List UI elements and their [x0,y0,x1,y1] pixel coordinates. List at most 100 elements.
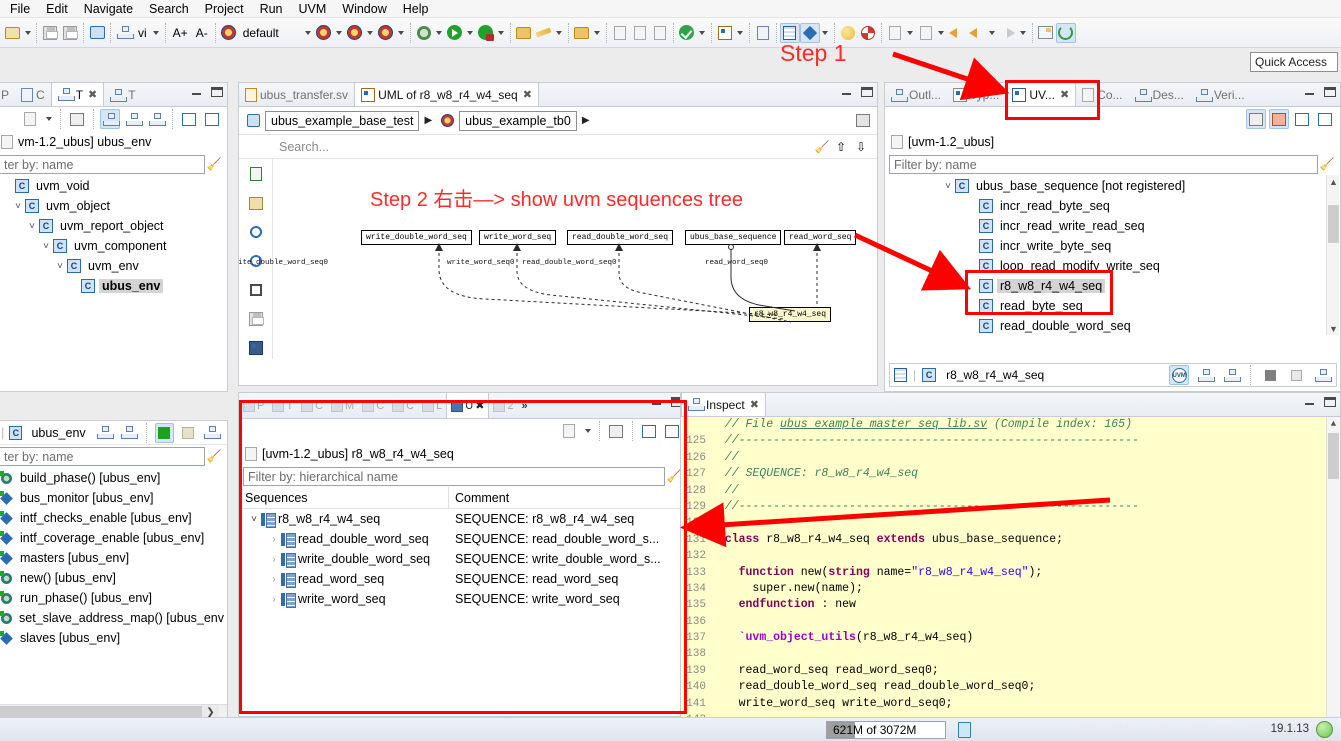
member-row[interactable]: set_slave_address_map() [ubus_env [0,608,227,628]
filter-private-icon[interactable] [1260,365,1280,385]
zoom-fit-icon[interactable] [246,280,266,300]
console-icon[interactable] [87,23,107,43]
sequence-row[interactable]: › write_double_word_seq SEQUENCE: write_do… [239,549,687,569]
member-row[interactable]: masters [ubus_env] [0,548,227,568]
hierarchy-icon[interactable] [114,23,134,43]
expand-all-icon[interactable] [179,109,199,129]
ball-yellow-icon[interactable] [838,23,858,43]
scroll-up-icon[interactable]: ▲ [1327,417,1340,430]
test-icon[interactable] [243,111,263,131]
twisty-icon[interactable]: › [267,574,281,585]
book-view-icon[interactable] [779,22,800,43]
edit-pen-icon[interactable] [534,23,554,43]
uvm-tree-scrollbar[interactable]: ▲ ▼ [1326,175,1339,335]
tab-class-view[interactable]: C [15,84,51,106]
save-icon[interactable] [40,23,60,43]
tab-type-browser[interactable]: T [104,84,141,106]
back-history-icon[interactable] [947,23,967,43]
new-icon[interactable] [2,23,22,43]
uml-dropdown-icon[interactable] [735,23,746,43]
paragraph-icon[interactable] [650,23,670,43]
menu-item-run[interactable]: Run [252,0,291,18]
layers-icon[interactable] [246,338,266,358]
sort-icon[interactable] [96,423,115,443]
run-icon[interactable] [445,23,465,43]
clear-filter-icon[interactable]: 🧹 [1318,155,1336,173]
tab-uvm[interactable]: UV... ✖ [1005,82,1077,106]
garbage-collect-icon[interactable] [958,722,971,738]
expand-all-icon[interactable] [662,421,682,441]
member-row[interactable]: new() [ubus_env] [0,568,227,588]
save-all-icon[interactable] [60,23,80,43]
bottom-tab-c-2[interactable]: C [297,394,327,418]
tab-verification[interactable]: Veri... [1190,84,1251,106]
column-header-sequences[interactable]: Sequences [239,486,449,509]
breadcrumb-item-tb[interactable]: ubus_example_tb0 [459,110,577,131]
twisty-icon[interactable]: ˅ [25,221,39,232]
grid-layout-icon[interactable] [1269,109,1289,129]
tab-coverage[interactable]: Co... [1076,84,1128,106]
bottom-tab-t-1[interactable]: T [268,394,297,418]
save-diagram-icon[interactable] [246,309,266,329]
scroll-down-icon[interactable]: ▼ [1327,322,1340,335]
maximize-icon[interactable] [1324,397,1336,407]
upload-dropdown-icon[interactable] [936,23,947,43]
forward-nav-dropdown-icon[interactable] [1018,23,1029,43]
debug-icon[interactable] [414,23,434,43]
tab-overflow-button[interactable]: » [518,394,532,418]
refresh-perspective-icon[interactable] [1055,22,1076,43]
editor-tab-ubus-transfer[interactable]: ubus_transfer.sv [239,84,354,106]
maximize-icon[interactable] [211,87,223,97]
show-phases-icon[interactable] [1221,365,1241,385]
layout-grid-icon[interactable] [606,421,626,441]
twisty-icon[interactable]: ˅ [247,514,261,525]
source-code-icon[interactable] [753,23,773,43]
menu-item-uvm[interactable]: UVM [291,0,335,18]
tree-row-uvm-component[interactable]: ˅ C uvm_component [0,236,227,256]
minimize-icon[interactable] [841,87,853,97]
member-row[interactable]: run_phase() [ubus_env] [0,588,227,608]
run-dropdown-icon[interactable] [465,23,476,43]
bottom-tab-c-5[interactable]: C [388,394,418,418]
config-run-icon[interactable] [345,23,365,43]
tree-row-uvm-env[interactable]: ˅ C uvm_env [0,256,227,276]
search-prev-icon[interactable]: ⇧ [831,137,851,157]
inspect-code-area[interactable]: 125 126 127 128 129 130 131 132 133 134 135 136 137 1… [681,417,1340,740]
tree-row-ubus-env[interactable]: C ubus_env [0,276,227,296]
menu-item-window[interactable]: Window [334,0,394,18]
collapse-all-icon[interactable] [202,109,222,129]
member-row[interactable]: bus_monitor [ubus_env] [0,488,227,508]
collapse-all-icon[interactable] [1315,109,1335,129]
uvm-badge-icon[interactable]: UVM [1169,365,1189,385]
uvm-tree-row[interactable]: Cincr_write_byte_seq [885,236,1340,256]
show-protected-icon[interactable] [179,423,198,443]
tab-design[interactable]: Des... [1129,84,1190,106]
tree-row-uvm-object[interactable]: ˅ C uvm_object [0,196,227,216]
memory-indicator[interactable]: 621M of 3072M [826,721,946,739]
uml-class-box[interactable]: read_word_seq [784,230,857,245]
layout-grid-icon[interactable] [67,109,87,129]
minimize-icon[interactable] [1304,397,1316,407]
edit-pen-dropdown-icon[interactable] [554,23,565,43]
validate-check-icon[interactable] [677,23,697,43]
close-icon[interactable]: ✖ [523,88,532,101]
show-subtypes-icon[interactable] [100,109,120,129]
config-dropdown-icon[interactable] [303,23,314,43]
view-dropdown-icon[interactable] [151,23,162,43]
tree-row-uvm-void[interactable]: C uvm_void [0,176,227,196]
bottom-tab-2-8[interactable]: 2 [489,394,517,418]
upload-icon[interactable] [916,23,936,43]
expand-all-icon[interactable] [1292,109,1312,129]
member-row[interactable]: build_phase() [ubus_env] [0,468,227,488]
show-supertypes-icon[interactable] [123,109,143,129]
validate-dropdown-icon[interactable] [697,23,708,43]
uml-canvas[interactable]: Step 2 右击—> show uvm sequences tree writ… [239,159,877,359]
show-inherited-icon[interactable] [202,423,222,443]
clear-filter-icon[interactable]: 🧹 [205,447,223,465]
right-top-filter-input[interactable]: Filter by: name [889,154,1318,174]
show-info-icon[interactable] [246,193,266,213]
sequence-row[interactable]: › read_double_word_seq SEQUENCE: read_doub… [239,529,687,549]
uml-class-box[interactable]: read_double_word_seq [567,230,674,245]
uml-class-box[interactable]: write_word_seq [479,230,557,245]
config-extra-dropdown-icon[interactable] [396,23,407,43]
